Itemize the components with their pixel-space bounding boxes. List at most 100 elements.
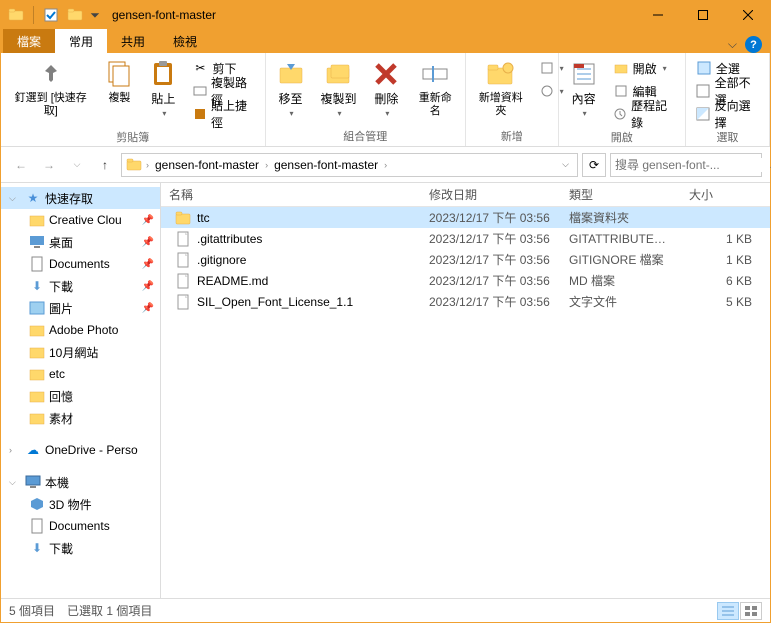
easyaccess-button[interactable]: ▾ (536, 80, 552, 102)
copyto-icon (322, 58, 354, 90)
file-row[interactable]: .gitignore 2023/12/17 下午 03:56 GITIGNORE… (161, 249, 770, 270)
column-headers[interactable]: 名稱 修改日期 類型 大小 (161, 183, 770, 207)
sidebar-item-label: 下載 (49, 278, 73, 295)
up-button[interactable]: ↑ (93, 153, 117, 177)
copyto-button[interactable]: 複製到▾ (314, 55, 364, 123)
sidebar-item[interactable]: 10月網站 (1, 341, 160, 363)
moveto-button[interactable]: 移至▾ (270, 55, 312, 123)
sidebar-item-label: 下載 (49, 540, 73, 557)
search-box[interactable]: ⌕ (610, 153, 762, 177)
newfolder-button[interactable]: 新增資料夾 (470, 55, 532, 121)
cut-icon: ✂ (192, 60, 208, 76)
sidebar-item-icon (29, 388, 45, 404)
sidebar-quick-access[interactable]: ⌵ ★ 快速存取 (1, 187, 160, 209)
sidebar-item[interactable]: Documents 📌 (1, 253, 160, 275)
sidebar-item-icon (29, 344, 45, 360)
recent-dropdown[interactable]: ⌵ (65, 153, 89, 177)
pin-icon (35, 58, 67, 90)
sidebar-item-label: 3D 物件 (49, 496, 92, 513)
file-type: MD 檔案 (561, 272, 681, 289)
invert-button[interactable]: 反向選擇 (692, 103, 763, 125)
sidebar-item[interactable]: 3D 物件 (1, 493, 160, 515)
newitem-icon (540, 60, 554, 76)
paste-button[interactable]: 貼上▾ (142, 55, 184, 123)
properties-icon (568, 58, 600, 90)
file-date: 2023/12/17 下午 03:56 (421, 251, 561, 268)
sidebar-thispc[interactable]: ⌵ 本機 (1, 471, 160, 493)
open-button[interactable]: 開啟▾ (609, 57, 679, 79)
delete-button[interactable]: 刪除▾ (365, 55, 407, 123)
qat-folder-icon[interactable] (5, 4, 27, 26)
minimize-button[interactable] (635, 1, 680, 29)
sidebar-item-icon (29, 212, 45, 228)
copy-button[interactable]: 複製 (98, 55, 140, 108)
newitem-button[interactable]: ▾ (536, 57, 552, 79)
file-row[interactable]: SIL_Open_Font_License_1.1 2023/12/17 下午 … (161, 291, 770, 312)
breadcrumb-folder-icon[interactable] (124, 155, 144, 175)
col-name[interactable]: 名稱 (161, 186, 421, 203)
refresh-button[interactable]: ⟳ (582, 153, 606, 177)
file-row[interactable]: README.md 2023/12/17 下午 03:56 MD 檔案 6 KB (161, 270, 770, 291)
file-icon (175, 231, 191, 247)
tab-home[interactable]: 常用 (55, 29, 107, 53)
help-icon[interactable]: ? (745, 36, 762, 53)
sidebar-item[interactable]: ⬇ 下載 (1, 537, 160, 559)
view-thumbnails-button[interactable] (740, 602, 762, 620)
group-new-label: 新增 (470, 126, 554, 146)
rename-button[interactable]: 重新命名 (409, 55, 461, 121)
file-row[interactable]: ttc 2023/12/17 下午 03:56 檔案資料夾 (161, 207, 770, 228)
sidebar-item[interactable]: 圖片 📌 (1, 297, 160, 319)
sidebar-item-icon (29, 256, 45, 272)
invert-icon (696, 106, 711, 122)
pin-button[interactable]: 釘選到 [快速存取] (5, 55, 96, 121)
col-size[interactable]: 大小 (681, 186, 770, 203)
file-row[interactable]: .gitattributes 2023/12/17 下午 03:56 GITAT… (161, 228, 770, 249)
sidebar-item[interactable]: Creative Clou 📌 (1, 209, 160, 231)
sidebar-item-label: 素材 (49, 410, 73, 427)
breadcrumb-item[interactable]: gensen-font-master (151, 154, 263, 176)
file-type: 文字文件 (561, 293, 681, 310)
sidebar-item[interactable]: 回憶 (1, 385, 160, 407)
forward-button[interactable]: → (37, 153, 61, 177)
open-icon (613, 60, 629, 76)
sidebar-item[interactable]: 桌面 📌 (1, 231, 160, 253)
maximize-button[interactable] (680, 1, 725, 29)
ribbon-collapse-icon[interactable]: ⌵ (728, 37, 737, 52)
sidebar-item[interactable]: 素材 (1, 407, 160, 429)
paste-icon (147, 58, 179, 90)
group-open-label: 開啟 (563, 127, 681, 147)
search-input[interactable] (615, 158, 770, 172)
tab-share[interactable]: 共用 (107, 29, 159, 53)
sidebar-item[interactable]: ⬇ 下載 📌 (1, 275, 160, 297)
col-type[interactable]: 類型 (561, 186, 681, 203)
sidebar-item-label: etc (49, 367, 65, 381)
qat-check-icon[interactable] (40, 4, 62, 26)
history-button[interactable]: 歷程記錄 (609, 103, 679, 125)
breadcrumb-drop-icon[interactable]: ⌵ (556, 159, 575, 170)
view-details-button[interactable] (717, 602, 739, 620)
file-name: .gitattributes (197, 232, 262, 246)
properties-button[interactable]: 內容▾ (563, 55, 605, 123)
sidebar-item[interactable]: Adobe Photo (1, 319, 160, 341)
close-button[interactable] (725, 1, 770, 29)
pin-icon: 📌 (142, 259, 154, 270)
pasteshortcut-button[interactable]: 貼上捷徑 (188, 103, 258, 125)
pin-icon: 📌 (142, 281, 154, 292)
delete-icon (370, 58, 402, 90)
file-list[interactable]: ttc 2023/12/17 下午 03:56 檔案資料夾 .gitattrib… (161, 207, 770, 598)
back-button[interactable]: ← (9, 153, 33, 177)
qat-dropdown-icon[interactable]: ⏷ (88, 4, 102, 26)
navigation-pane[interactable]: ⌵ ★ 快速存取 Creative Clou 📌 桌面 📌 Documents … (1, 183, 161, 598)
col-date[interactable]: 修改日期 (421, 186, 561, 203)
sidebar-onedrive[interactable]: › ☁ OneDrive - Perso (1, 439, 160, 461)
tab-file[interactable]: 檔案 (3, 29, 55, 53)
sidebar-item[interactable]: Documents (1, 515, 160, 537)
tab-view[interactable]: 檢視 (159, 29, 211, 53)
qat-folder2-icon[interactable] (64, 4, 86, 26)
breadcrumb-item[interactable]: gensen-font-master (270, 154, 382, 176)
sidebar-item[interactable]: etc (1, 363, 160, 385)
sidebar-item-icon (29, 366, 45, 382)
file-size: 1 KB (681, 253, 770, 267)
sidebar-item-icon (29, 300, 45, 316)
breadcrumb[interactable]: › gensen-font-master › gensen-font-maste… (121, 153, 578, 177)
